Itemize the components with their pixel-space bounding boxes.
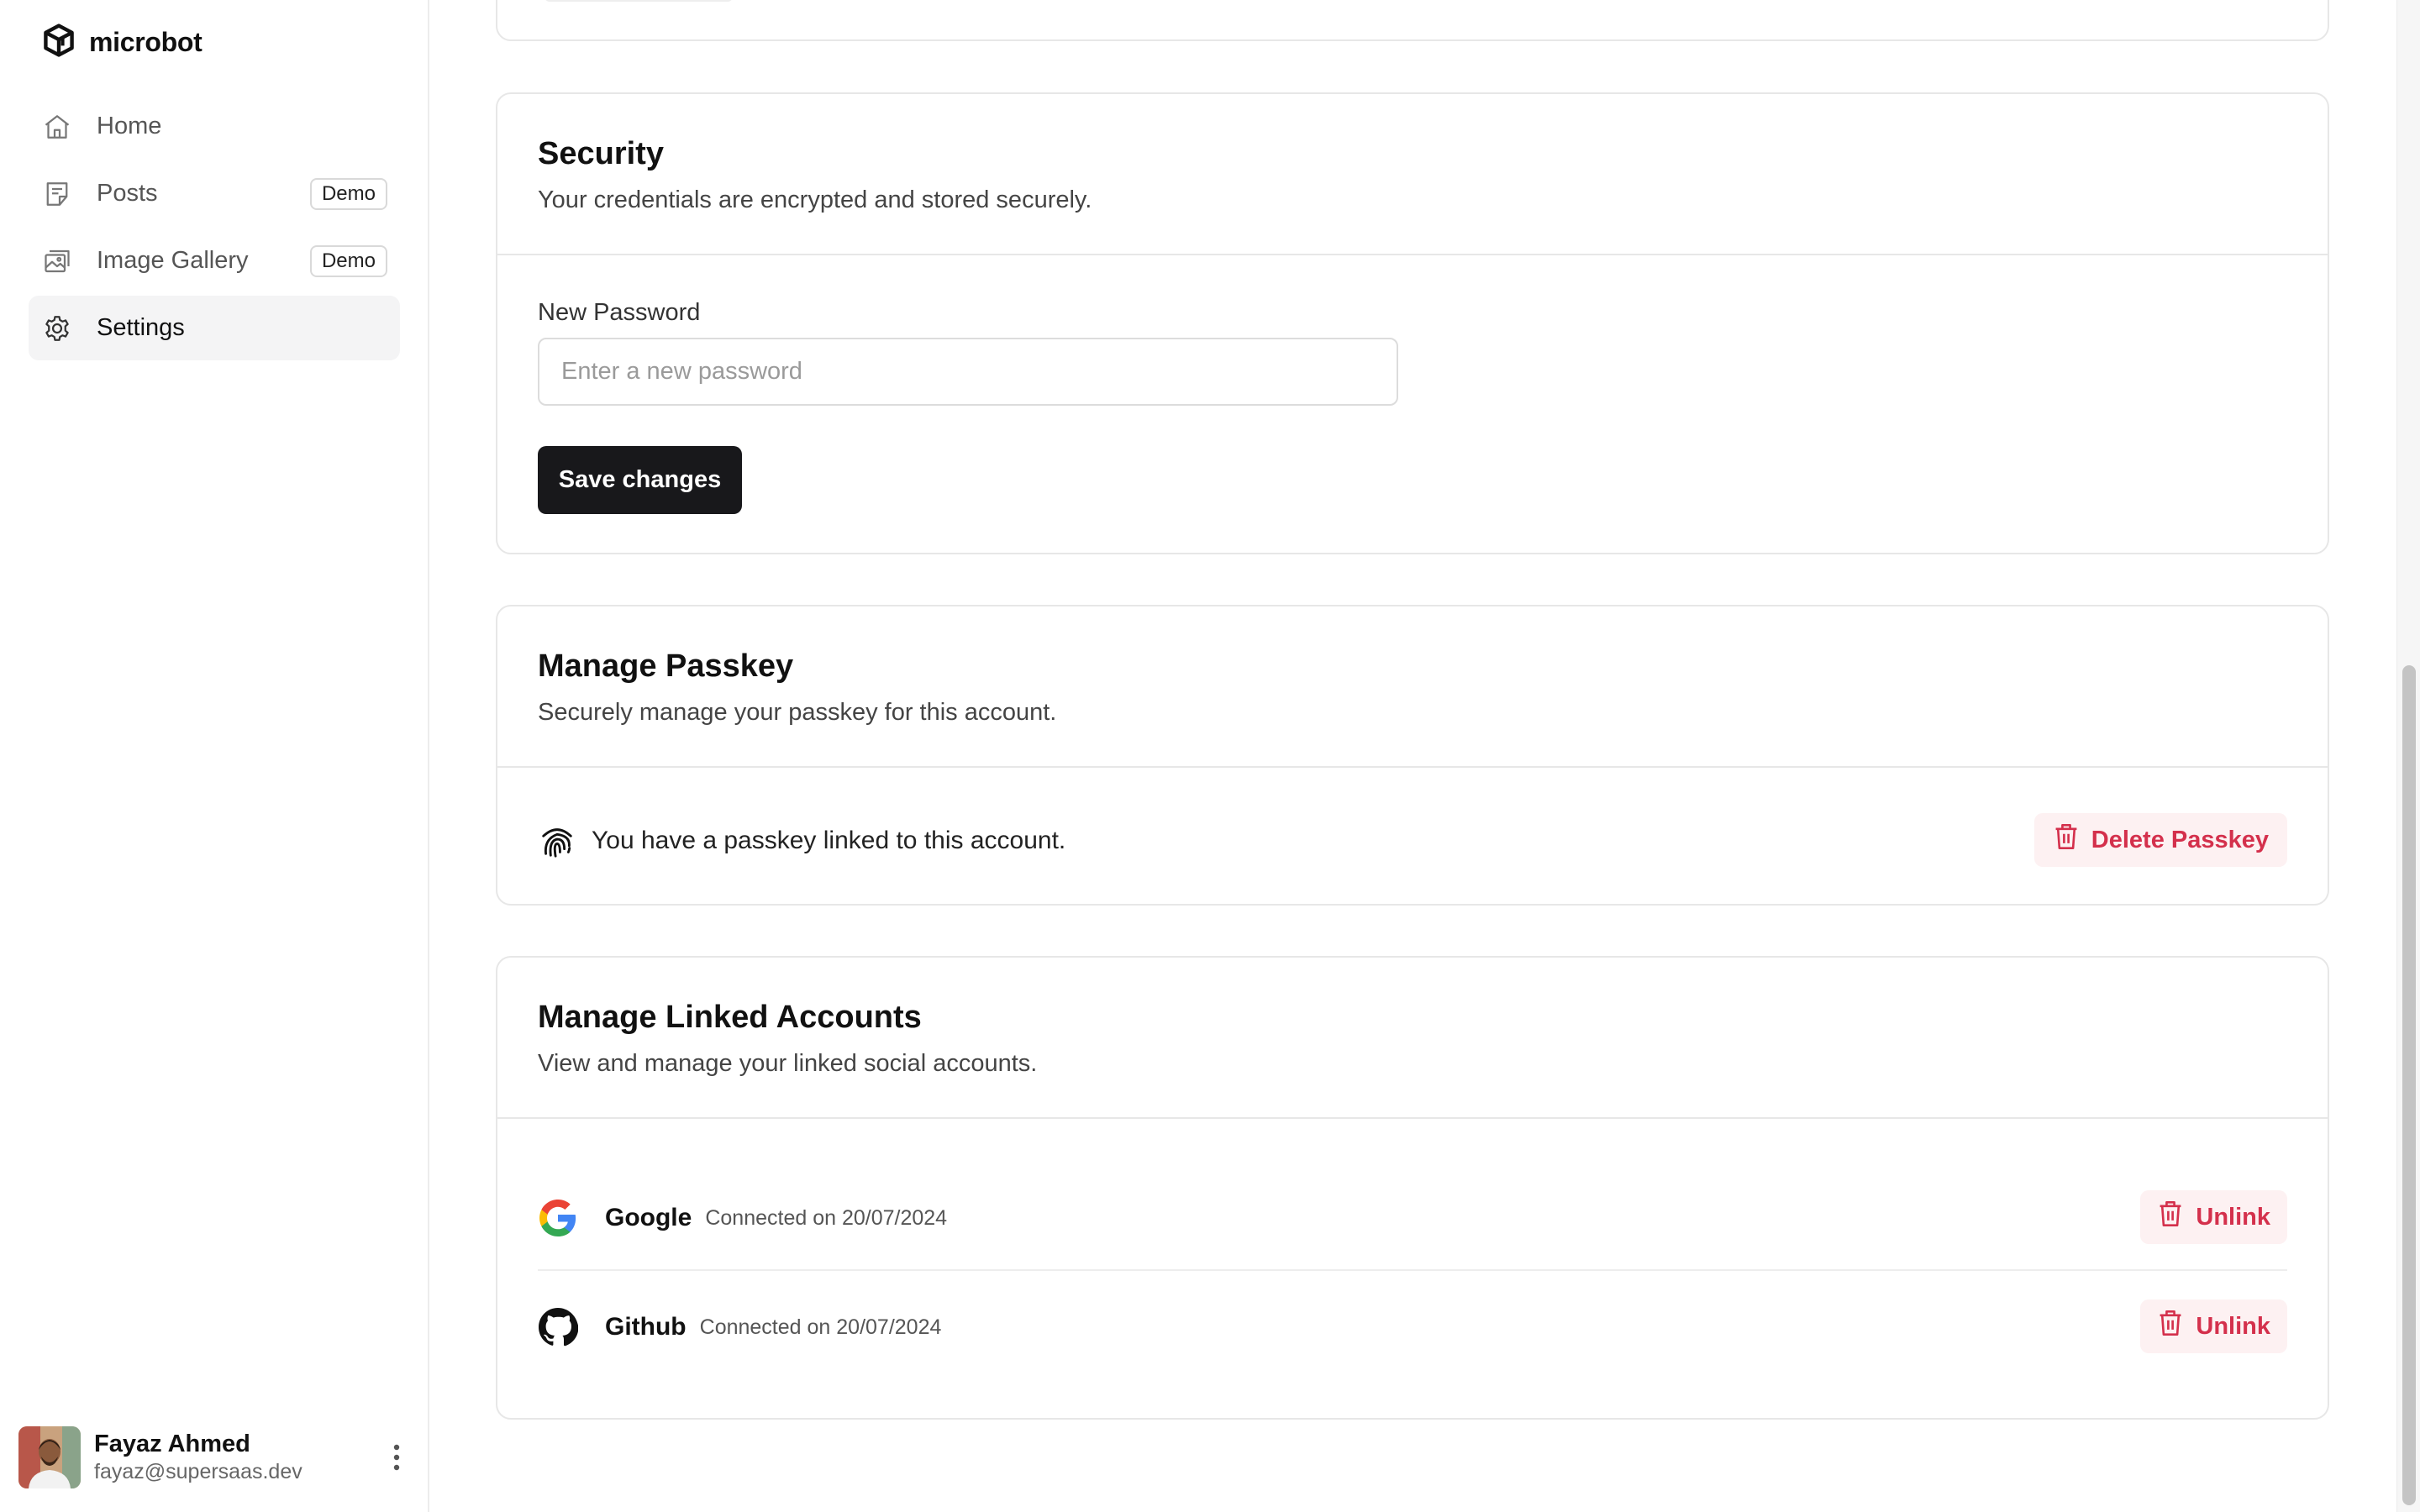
- delete-passkey-button[interactable]: Delete Passkey: [2033, 813, 2287, 867]
- card-title: Security: [538, 136, 664, 171]
- delete-passkey-label: Delete Passkey: [2091, 826, 2269, 853]
- account-connected-date: Connected on 20/07/2024: [699, 1315, 942, 1339]
- gear-icon: [41, 312, 73, 344]
- posts-icon: [41, 178, 73, 210]
- demo-badge: Demo: [309, 245, 387, 277]
- linked-account-row-google: Google Connected on 20/07/2024 Unlink: [538, 1190, 2287, 1246]
- image-gallery-icon: [41, 245, 73, 277]
- passkey-card-header: Manage Passkey Securely manage your pass…: [497, 606, 2328, 768]
- security-card: Security Your credentials are encrypted …: [496, 92, 2329, 554]
- account-provider-name: Github: [605, 1313, 687, 1341]
- more-vertical-icon[interactable]: [380, 1437, 413, 1478]
- trash-icon: [2157, 1200, 2184, 1235]
- page-scrollbar[interactable]: [2396, 0, 2420, 1512]
- sidebar-item-settings[interactable]: Settings: [29, 296, 400, 360]
- user-profile[interactable]: Fayaz Ahmed fayaz@supersaas.dev: [18, 1424, 413, 1491]
- fingerprint-icon: [538, 822, 576, 860]
- new-password-input[interactable]: [538, 338, 1398, 406]
- sidebar-nav: Home Posts Demo Image Gallery Demo Setti…: [29, 94, 400, 363]
- unlink-label: Unlink: [2196, 1203, 2270, 1231]
- unlink-label: Unlink: [2196, 1312, 2270, 1340]
- linked-accounts-card-header: Manage Linked Accounts View and manage y…: [497, 958, 2328, 1119]
- security-card-header: Security Your credentials are encrypted …: [497, 94, 2328, 255]
- google-icon: [538, 1198, 578, 1238]
- sidebar-item-image-gallery[interactable]: Image Gallery Demo: [29, 228, 400, 293]
- sidebar-item-label: Home: [97, 113, 162, 139]
- sidebar: microbot Home Posts Demo Image Gallery D…: [0, 0, 429, 1512]
- sidebar-item-label: Image Gallery: [97, 247, 249, 274]
- brand[interactable]: microbot: [40, 22, 203, 63]
- passkey-card: Manage Passkey Securely manage your pass…: [496, 605, 2329, 906]
- card-title: Manage Passkey: [538, 648, 794, 684]
- previous-card: [496, 0, 2329, 41]
- github-icon: [538, 1307, 578, 1347]
- trash-icon: [2053, 822, 2080, 858]
- card-description: View and manage your linked social accou…: [538, 1050, 1038, 1077]
- cube-logo-icon: [40, 22, 77, 63]
- home-icon: [41, 111, 73, 143]
- sidebar-item-label: Settings: [97, 314, 185, 341]
- scrollbar-thumb[interactable]: [2402, 665, 2416, 1505]
- card-title: Manage Linked Accounts: [538, 1000, 922, 1035]
- card-description: Your credentials are encrypted and store…: [538, 186, 1092, 213]
- divider: [538, 1269, 2287, 1271]
- avatar: [18, 1426, 81, 1488]
- passkey-row: You have a passkey linked to this accoun…: [538, 813, 2287, 869]
- unlink-github-button[interactable]: Unlink: [2140, 1299, 2287, 1353]
- save-changes-button[interactable]: Save changes: [538, 446, 742, 514]
- account-connected-date: Connected on 20/07/2024: [705, 1205, 948, 1230]
- sidebar-item-posts[interactable]: Posts Demo: [29, 161, 400, 226]
- account-provider-name: Google: [605, 1204, 692, 1231]
- user-email: fayaz@supersaas.dev: [94, 1460, 302, 1483]
- sidebar-item-home[interactable]: Home: [29, 94, 400, 159]
- user-name: Fayaz Ahmed: [94, 1431, 250, 1457]
- unlink-google-button[interactable]: Unlink: [2140, 1190, 2287, 1244]
- linked-accounts-card: Manage Linked Accounts View and manage y…: [496, 956, 2329, 1420]
- app-name: microbot: [89, 27, 203, 57]
- previous-card-button-edge: [544, 0, 733, 2]
- sidebar-item-label: Posts: [97, 180, 158, 207]
- passkey-status-text: You have a passkey linked to this accoun…: [592, 827, 1066, 854]
- new-password-label: New Password: [538, 299, 701, 326]
- demo-badge: Demo: [309, 178, 387, 210]
- linked-account-row-github: Github Connected on 20/07/2024 Unlink: [538, 1299, 2287, 1355]
- trash-icon: [2157, 1309, 2184, 1344]
- card-description: Securely manage your passkey for this ac…: [538, 699, 1057, 726]
